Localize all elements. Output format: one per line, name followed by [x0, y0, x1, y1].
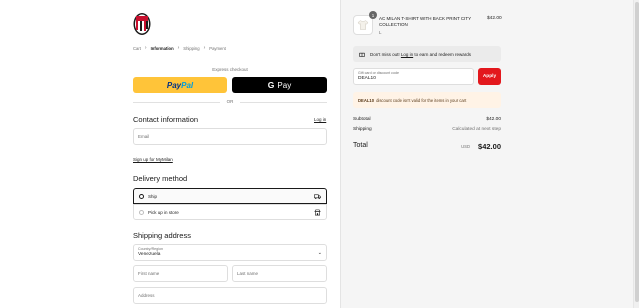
rewards-suffix: to earn and redeem rewards [414, 51, 471, 57]
pickup-label: Pick up in store [148, 209, 179, 215]
breadcrumb-information: Information [150, 45, 174, 51]
product-name: AC MILAN T-SHIRT WITH BACK PRINT CITY CO… [379, 16, 472, 27]
address-placeholder: Address [138, 293, 155, 298]
breadcrumb-shipping: Shipping [183, 45, 200, 51]
scrollbar[interactable] [633, 0, 639, 308]
or-divider: OR [133, 99, 327, 104]
chevron-right-icon: › [144, 45, 147, 51]
subtotal-row: Subtotal $42.00 [353, 117, 501, 122]
country-label: Country/Region [138, 247, 163, 251]
first-name-field[interactable]: First name [133, 265, 228, 282]
store-icon [314, 209, 321, 216]
rewards-banner: Don't miss out! Log in to earn and redee… [353, 46, 501, 62]
express-checkout-label: Express checkout [212, 67, 248, 72]
checkout-main: Cart › Information › Shipping › Payment … [0, 0, 340, 308]
chevron-right-icon: › [203, 45, 206, 51]
country-select[interactable]: Country/Region Venezuela ⌄ [133, 244, 327, 261]
delivery-option-ship[interactable]: Ship [133, 188, 327, 204]
ac-milan-logo[interactable] [133, 12, 151, 38]
radio-selected[interactable] [139, 193, 144, 199]
rewards-login-link[interactable]: Log in [401, 52, 413, 57]
email-placeholder: Email [138, 134, 150, 139]
total-label: Total [353, 142, 368, 149]
total-value: $42.00 [478, 142, 501, 151]
google-pay-button[interactable]: G Pay [232, 77, 327, 93]
paypal-logo-part1: Pay [166, 80, 182, 90]
last-name-placeholder: Last name [237, 271, 259, 276]
apply-button[interactable]: Apply [478, 68, 501, 85]
shipping-value: Calculated at next step [452, 127, 501, 132]
delivery-title: Delivery method [133, 174, 188, 183]
total-row: Total USD $42.00 [353, 142, 501, 151]
subtotal-value: $42.00 [486, 117, 501, 122]
discount-code-field[interactable]: Gift card or discount code DEAL10 [353, 68, 474, 85]
truck-icon [314, 194, 321, 199]
first-name-placeholder: First name [138, 271, 160, 276]
google-pay-label: Pay [277, 80, 292, 90]
scrollbar-thumb[interactable] [635, 2, 639, 302]
discount-error-alert: DEAL10 discount code isn't valid for the… [353, 92, 501, 108]
google-g-icon: G [267, 80, 275, 90]
alert-message: discount code isn't valid for the items … [376, 97, 467, 103]
chevron-down-icon: ⌄ [317, 250, 322, 256]
signup-link[interactable]: Sign up for MyMilan [133, 157, 173, 162]
ship-label: Ship [148, 193, 158, 199]
alert-code: DEAL10 [358, 97, 375, 103]
subtotal-label: Subtotal [353, 117, 371, 122]
discount-value: DEAL10 [358, 76, 376, 81]
last-name-field[interactable]: Last name [232, 265, 327, 282]
total-currency: USD [461, 144, 470, 149]
address-field[interactable]: Address [133, 287, 327, 304]
shipping-row: Shipping Calculated at next step [353, 127, 501, 132]
shipping-title: Shipping address [133, 231, 191, 240]
country-value: Venezuela [138, 252, 161, 257]
rewards-prefix: Don't miss out! [370, 51, 400, 57]
chevron-right-icon: › [177, 45, 180, 51]
radio-unselected[interactable] [139, 209, 144, 215]
contact-title: Contact information [133, 115, 199, 124]
gift-icon [359, 52, 365, 57]
breadcrumb-payment: Payment [209, 45, 226, 51]
email-field[interactable]: Email [133, 128, 327, 145]
breadcrumb-cart[interactable]: Cart [133, 46, 141, 51]
discount-label: Gift card or discount code [358, 71, 399, 75]
product-variant: L [379, 30, 382, 35]
breadcrumb: Cart › Information › Shipping › Payment [133, 45, 226, 51]
paypal-button[interactable]: Pay Pal [133, 77, 227, 93]
tshirt-icon [357, 20, 369, 30]
shipping-label: Shipping [353, 127, 372, 132]
delivery-option-pickup[interactable]: Pick up in store [133, 204, 327, 220]
login-link[interactable]: Log in [314, 117, 326, 122]
quantity-badge: 1 [369, 11, 377, 19]
product-price: $42.00 [487, 16, 502, 21]
paypal-logo-part2: Pal [181, 80, 194, 90]
